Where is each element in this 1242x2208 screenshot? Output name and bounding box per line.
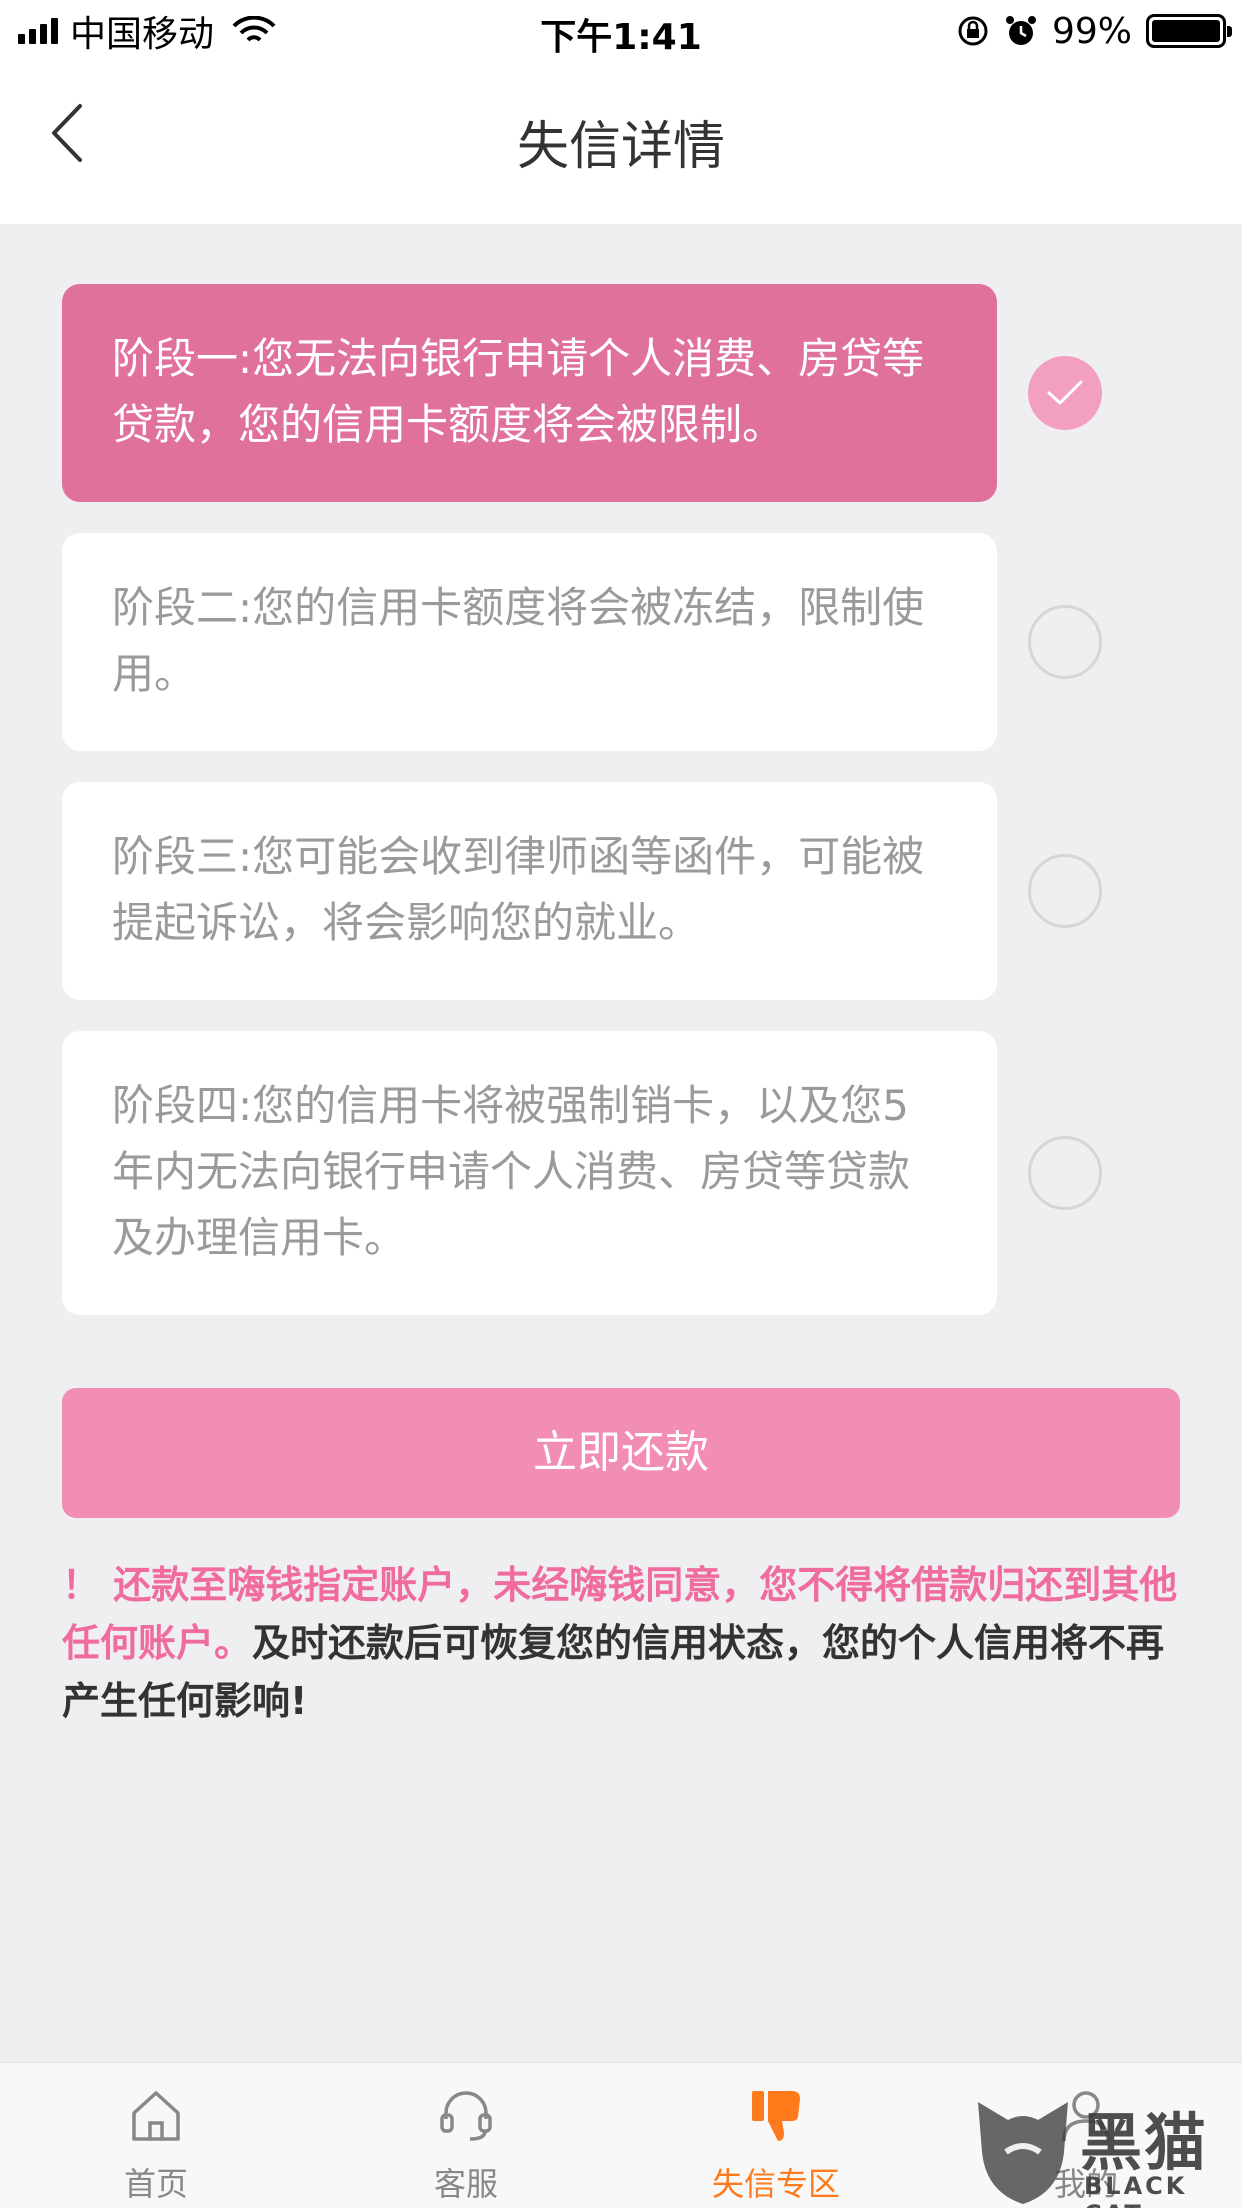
stage-text-3: 阶段三:您可能会收到律师函等函件，可能被提起诉讼，将会影响您的就业。 bbox=[112, 832, 925, 947]
watermark-subtext: BLACK CAT bbox=[1084, 2172, 1188, 2208]
stage-text-4: 阶段四:您的信用卡将被强制销卡，以及您5年内无法向银行申请个人消费、房贷等贷款及… bbox=[112, 1081, 911, 1262]
alarm-icon bbox=[1005, 16, 1036, 45]
stage-text-1: 阶段一:您无法向银行申请个人消费、房贷等贷款，您的信用卡额度将会被限制。 bbox=[112, 334, 925, 449]
stage-radio-2[interactable] bbox=[1028, 605, 1102, 679]
stage-radio-4[interactable] bbox=[1028, 1136, 1102, 1210]
nav-bar: 失信详情 bbox=[0, 62, 1242, 224]
black-cat-watermark: 黑猫 BLACK CAT bbox=[968, 2092, 1242, 2208]
stage-radio-3[interactable] bbox=[1028, 854, 1102, 928]
tab-credit-zone-label: 失信专区 bbox=[711, 2165, 840, 2203]
home-icon bbox=[132, 2091, 180, 2141]
stage-card-1[interactable]: 阶段一:您无法向银行申请个人消费、房贷等贷款，您的信用卡额度将会被限制。 bbox=[62, 284, 997, 502]
tab-service-label: 客服 bbox=[433, 2165, 498, 2203]
battery-percent: 99% bbox=[1051, 10, 1132, 52]
headset-icon bbox=[440, 2091, 492, 2141]
checkmark-icon bbox=[1047, 380, 1083, 405]
stage-card-3[interactable]: 阶段三:您可能会收到律师函等函件，可能被提起诉讼，将会影响您的就业。 bbox=[62, 782, 997, 1000]
repay-now-button[interactable]: 立即还款 bbox=[62, 1388, 1180, 1518]
status-right: 99% bbox=[956, 8, 1232, 54]
stage-text-2: 阶段二:您的信用卡额度将会被冻结，限制使用。 bbox=[112, 583, 925, 698]
cat-logo-icon bbox=[978, 2102, 1068, 2204]
repayment-notice: ！ 还款至嗨钱指定账户，未经嗨钱同意，您不得将借款归还到其他任何账户。及时还款后… bbox=[62, 1556, 1180, 1730]
tab-home[interactable]: 首页 bbox=[46, 2063, 266, 2208]
battery-icon bbox=[1146, 14, 1232, 48]
thumbs-down-icon bbox=[752, 2091, 800, 2141]
rotation-lock-icon bbox=[958, 16, 988, 46]
tab-service[interactable]: 客服 bbox=[356, 2063, 576, 2208]
tab-home-label: 首页 bbox=[123, 2165, 188, 2203]
tab-credit-zone[interactable]: 失信专区 bbox=[666, 2063, 886, 2208]
watermark-text: 黑猫 bbox=[1080, 2106, 1209, 2179]
stage-card-2[interactable]: 阶段二:您的信用卡额度将会被冻结，限制使用。 bbox=[62, 533, 997, 751]
stage-card-4[interactable]: 阶段四:您的信用卡将被强制销卡，以及您5年内无法向银行申请个人消费、房贷等贷款及… bbox=[62, 1031, 997, 1315]
status-bar: 中国移动 下午1:41 99% bbox=[0, 0, 1242, 62]
stage-radio-1[interactable] bbox=[1028, 356, 1102, 430]
page-title: 失信详情 bbox=[516, 117, 725, 177]
